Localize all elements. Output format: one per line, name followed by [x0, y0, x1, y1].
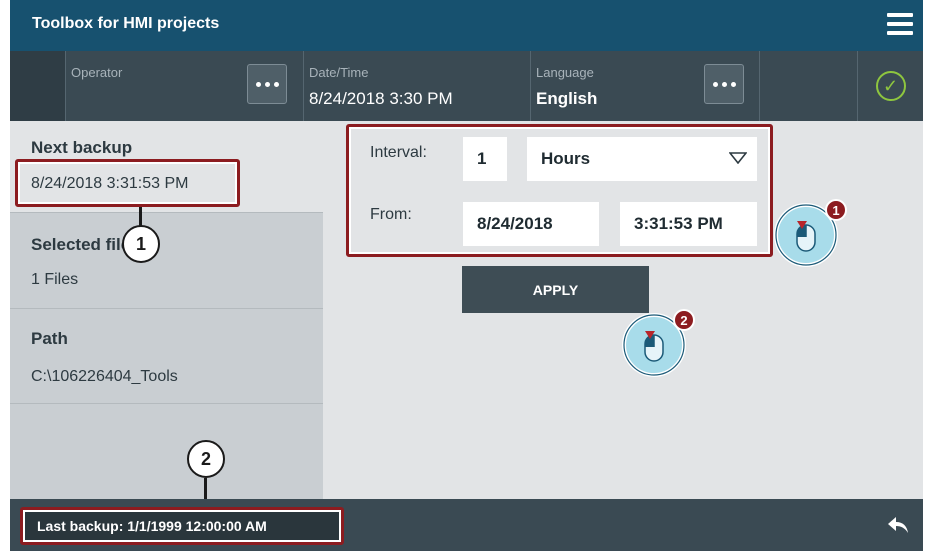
pointer-badge-two: 2 [680, 313, 687, 328]
from-label: From: [370, 206, 412, 223]
operator-label: Operator [71, 65, 123, 80]
interval-unit-select[interactable]: Hours [527, 137, 757, 181]
interval-label: Interval: [370, 144, 427, 161]
language-dots-button[interactable] [704, 64, 744, 104]
language-cell: Language English [532, 51, 760, 121]
operator-cell: Operator [67, 51, 304, 121]
selected-files-value: 1 Files [31, 271, 79, 288]
from-time-input[interactable]: 3:31:53 PM [620, 202, 757, 246]
status-bar: Operator Date/Time 8/24/2018 3:30 PM Lan… [10, 51, 923, 121]
interval-unit-value: Hours [541, 149, 591, 168]
check-circle-icon[interactable]: ✓ [875, 71, 906, 101]
path-label: Path [31, 329, 68, 348]
last-backup-status: Last backup: 1/1/1999 12:00:00 AM [20, 507, 344, 545]
app-title: Toolbox for HMI projects [32, 15, 220, 32]
operator-dots-button[interactable] [247, 64, 287, 104]
interval-input[interactable]: 1 [463, 137, 507, 181]
hamburger-menu-icon[interactable] [887, 13, 913, 37]
from-date-input[interactable]: 8/24/2018 [463, 202, 599, 246]
mouse-pointer-icon: 1 [774, 199, 847, 267]
datetime-cell: Date/Time 8/24/2018 3:30 PM [305, 51, 531, 121]
confirm-cell[interactable]: ✓ [857, 51, 923, 121]
callout-one: 1 [122, 225, 160, 263]
next-backup-highlight [15, 159, 240, 207]
callout-one-line [139, 207, 142, 227]
datetime-label: Date/Time [309, 65, 369, 80]
next-backup-label: Next backup [31, 138, 133, 157]
back-arrow-icon[interactable] [887, 515, 909, 535]
main-area: Next backup 8/24/2018 3:31:53 PM Selecte… [10, 121, 923, 501]
callout-two-line [204, 478, 207, 501]
path-value: C:\106226404_Tools [31, 368, 178, 385]
mouse-pointer-icon: 2 [622, 309, 695, 377]
language-value: English [536, 89, 598, 108]
bottom-bar: Last backup: 1/1/1999 12:00:00 AM [10, 499, 923, 551]
selected-files-item[interactable]: Selected files 1 Files [10, 213, 323, 309]
dropdown-triangle-icon [729, 152, 747, 164]
title-bar: Toolbox for HMI projects [10, 0, 923, 51]
path-item[interactable]: Path C:\106226404_Tools [10, 309, 323, 404]
callout-two: 2 [187, 440, 225, 478]
language-label: Language [536, 65, 594, 80]
status-bar-spacer [10, 51, 66, 121]
datetime-value: 8/24/2018 3:30 PM [309, 89, 453, 108]
pointer-badge-one: 1 [832, 203, 839, 218]
